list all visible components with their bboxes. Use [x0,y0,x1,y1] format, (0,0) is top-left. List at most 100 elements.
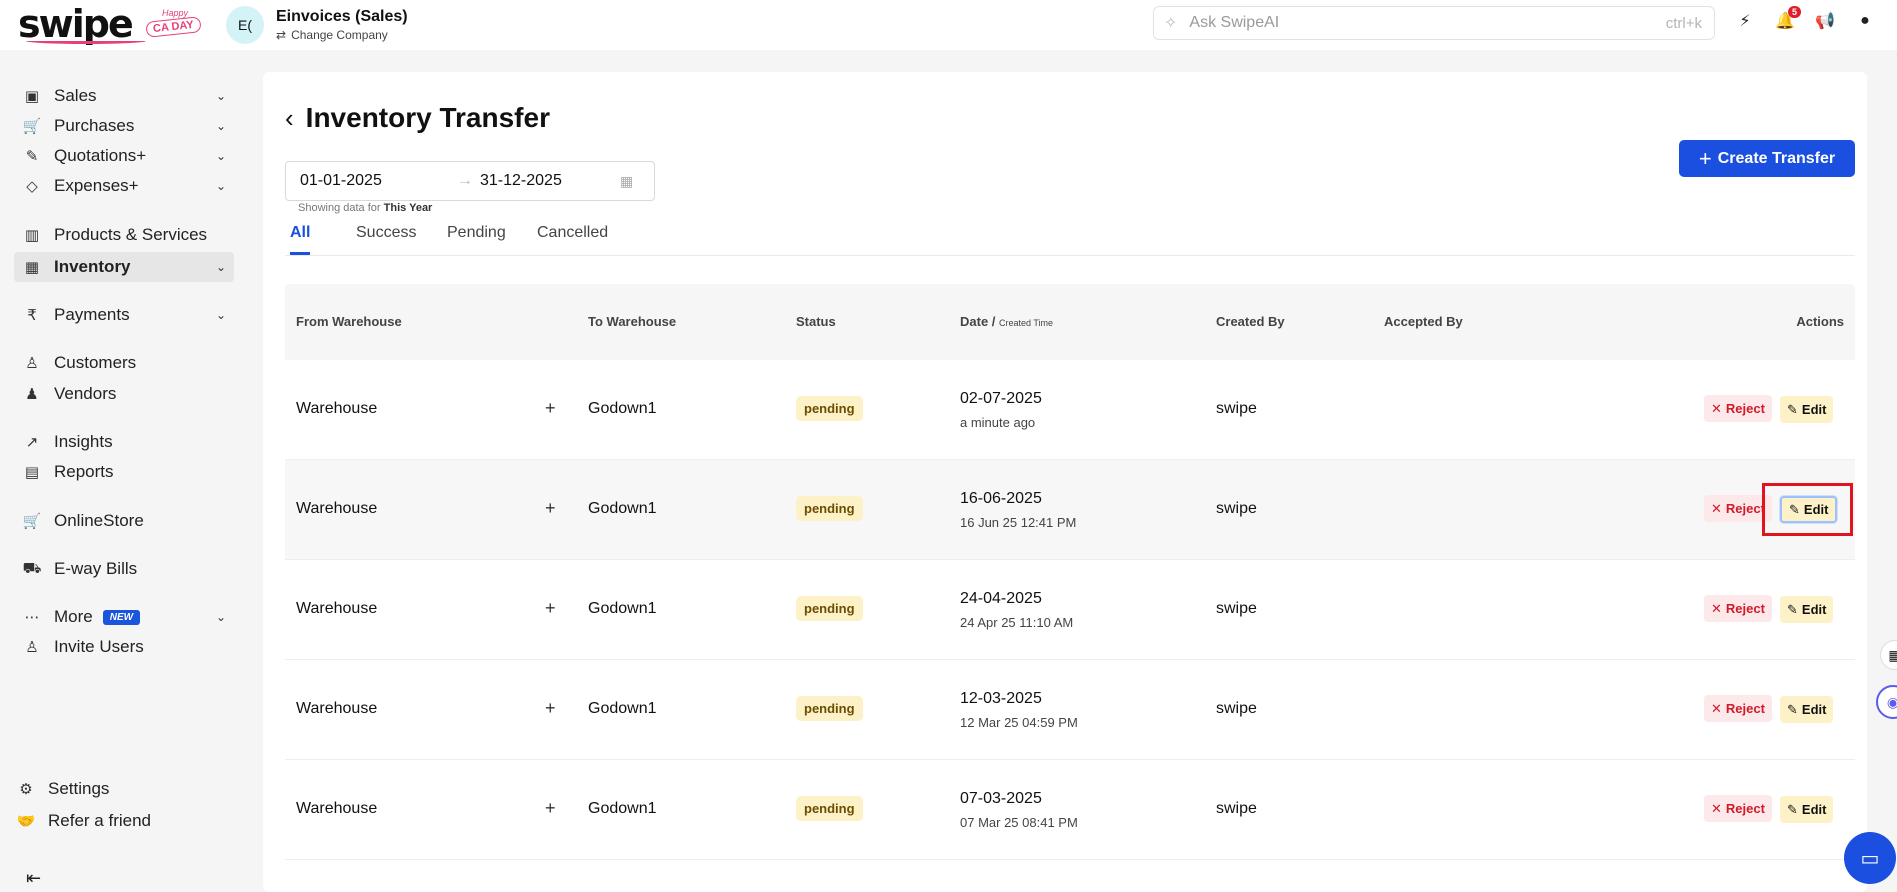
status-badge: pending [796,796,863,821]
sidebar-item-label: Purchases [54,116,135,135]
user-account-icon[interactable]: ● [1855,10,1875,32]
header-accepted-by: Accepted By [1384,314,1463,329]
table-row[interactable]: Warehouse + Godown1 pending 07-03-2025 0… [285,760,1855,860]
megaphone-icon[interactable]: 📢 [1815,10,1835,32]
cart-icon: 🛒 [22,118,42,135]
tab-success[interactable]: Success [356,224,416,252]
create-transfer-button[interactable]: + Create Transfer [1679,140,1855,177]
tab-all[interactable]: All [290,224,311,255]
edit-button[interactable]: ✎ Edit [1780,696,1834,723]
reject-button[interactable]: ✕ Reject [1704,395,1772,422]
edit-button[interactable]: ✎ Edit [1780,596,1834,623]
shuffle-icon: ⇄ [276,28,287,42]
edit-button[interactable]: ✎ Edit [1780,396,1834,423]
company-avatar: E( [226,6,264,44]
status-badge: pending [796,596,863,621]
sidebar-item-insights[interactable]: ↗ Insights [14,428,234,456]
apps-grid-icon[interactable]: ▦ [1880,640,1897,670]
sidebar-item-invite-users[interactable]: ♙ Invite Users [14,633,234,661]
edit-icon: ✎ [1787,801,1798,817]
more-dots-icon: ⋯ [24,609,40,626]
company-switcher[interactable]: E( Einvoices (Sales) ⇄ Change Company [226,6,408,44]
sidebar-item-eway-bills[interactable]: ⛟ E-way Bills [14,555,234,583]
person-icon: ♙ [25,355,39,372]
sidebar-item-customers[interactable]: ♙ Customers [14,349,234,377]
date-from[interactable]: 01-01-2025 [300,172,450,190]
close-icon: ✕ [1711,800,1722,816]
collapse-sidebar-icon[interactable]: ⇤ [26,868,41,889]
reject-button[interactable]: ✕ Reject [1704,595,1772,622]
ask-ai-search[interactable]: ✧ ctrl+k [1153,6,1715,40]
rupee-icon: ₹ [27,307,37,324]
document-icon: ▤ [24,464,40,481]
date-cell: 07-03-2025 [960,790,1042,807]
lightning-icon[interactable]: ⚡ [1735,10,1755,32]
table-row[interactable]: Warehouse + Godown1 pending 24-04-2025 2… [285,560,1855,660]
chevron-down-icon: ⌄ [215,260,226,274]
sidebar-item-reports[interactable]: ▤ Reports [14,458,234,486]
showing-period: This Year [383,202,433,214]
created-time-cell: 16 Jun 25 12:41 PM [960,515,1077,530]
sidebar-item-settings[interactable]: ⚙ Settings [8,775,228,803]
sidebar-item-vendors[interactable]: ♟ Vendors [14,380,234,408]
logo-underline [26,38,146,44]
from-warehouse-cell: Warehouse [296,400,378,417]
tab-pending[interactable]: Pending [447,224,506,252]
header-created-by: Created By [1216,314,1285,329]
created-time-cell: 24 Apr 25 11:10 AM [960,615,1074,630]
to-warehouse-cell: Godown1 [588,600,657,617]
sidebar-item-label: Invite Users [54,637,144,656]
sidebar-item-label: Settings [48,779,110,798]
sidebar-item-purchases[interactable]: 🛒 Purchases ⌄ [14,112,234,140]
transfers-table: From Warehouse To Warehouse Status Date … [285,284,1855,860]
sidebar-item-products[interactable]: ▥ Products & Services [14,221,234,249]
sidebar-item-sales[interactable]: ▣ Sales ⌄ [14,82,234,110]
table-row[interactable]: Warehouse + Godown1 pending 12-03-2025 1… [285,660,1855,760]
from-warehouse-cell: Warehouse [296,600,378,617]
chevron-down-icon: ⌄ [215,179,226,193]
swipe-logo[interactable]: swipe Happy CA DAY [18,2,202,46]
date-cell: 16-06-2025 [960,490,1042,507]
sidebar-item-more[interactable]: ⋯ More NEW ⌄ [14,603,234,631]
table-row[interactable]: Warehouse + Godown1 pending 02-07-2025 a… [285,360,1855,460]
chevron-down-icon: ⌄ [215,119,226,133]
date-range-picker[interactable]: 01-01-2025 → 31-12-2025 ▦ [285,161,655,201]
plus-icon: + [545,598,556,618]
edit-icon: ✎ [1787,601,1798,617]
edit-icon: ✎ [1787,401,1798,417]
plus-icon: + [1698,145,1712,171]
reject-label: Reject [1725,501,1765,516]
sidebar-item-label: Vendors [54,384,117,403]
people-icon: ♟ [25,386,39,403]
to-warehouse-cell: Godown1 [588,700,657,717]
sidebar-item-quotations[interactable]: ✎ Quotations+ ⌄ [14,142,234,170]
created-by-cell: swipe [1216,600,1257,617]
assistant-bot-icon[interactable]: ◉ [1876,685,1897,719]
edit-button[interactable]: ✎ Edit [1780,796,1834,823]
sidebar-item-payments[interactable]: ₹ Payments ⌄ [14,301,234,329]
search-input[interactable] [1189,14,1666,32]
sidebar-item-label: Reports [54,462,114,481]
date-to[interactable]: 31-12-2025 [480,172,620,190]
sidebar-item-onlinestore[interactable]: 🛒 OnlineStore [14,507,234,535]
reject-button[interactable]: ✕ Reject [1704,695,1772,722]
reject-label: Reject [1725,701,1765,716]
sidebar-item-expenses[interactable]: ◇ Expenses+ ⌄ [14,172,234,200]
trend-chart-icon: ↗ [25,434,39,451]
from-warehouse-cell: Warehouse [296,500,378,517]
change-company-link[interactable]: ⇄ Change Company [276,28,408,42]
showing-prefix: Showing data for [298,202,384,214]
bell-icon[interactable]: 🔔 5 [1775,6,1801,32]
chat-support-icon[interactable]: ▭ [1844,832,1896,884]
change-company-label: Change Company [291,28,388,42]
tab-bar: All Success Pending Cancelled [285,220,1855,256]
sidebar-item-refer[interactable]: 🤝 Refer a friend [8,807,228,835]
tab-cancelled[interactable]: Cancelled [537,224,608,252]
table-row[interactable]: Warehouse + Godown1 pending 16-06-2025 1… [285,460,1855,560]
reject-button[interactable]: ✕ Reject [1704,795,1772,822]
main-panel: ‹ Inventory Transfer 01-01-2025 → 31-12-… [263,72,1867,892]
sidebar-item-inventory[interactable]: ▦ Inventory ⌄ [14,252,234,282]
handshake-icon: 🤝 [16,813,36,830]
back-arrow-icon[interactable]: ‹ [285,103,294,134]
sidebar-item-label: Expenses+ [54,176,139,195]
